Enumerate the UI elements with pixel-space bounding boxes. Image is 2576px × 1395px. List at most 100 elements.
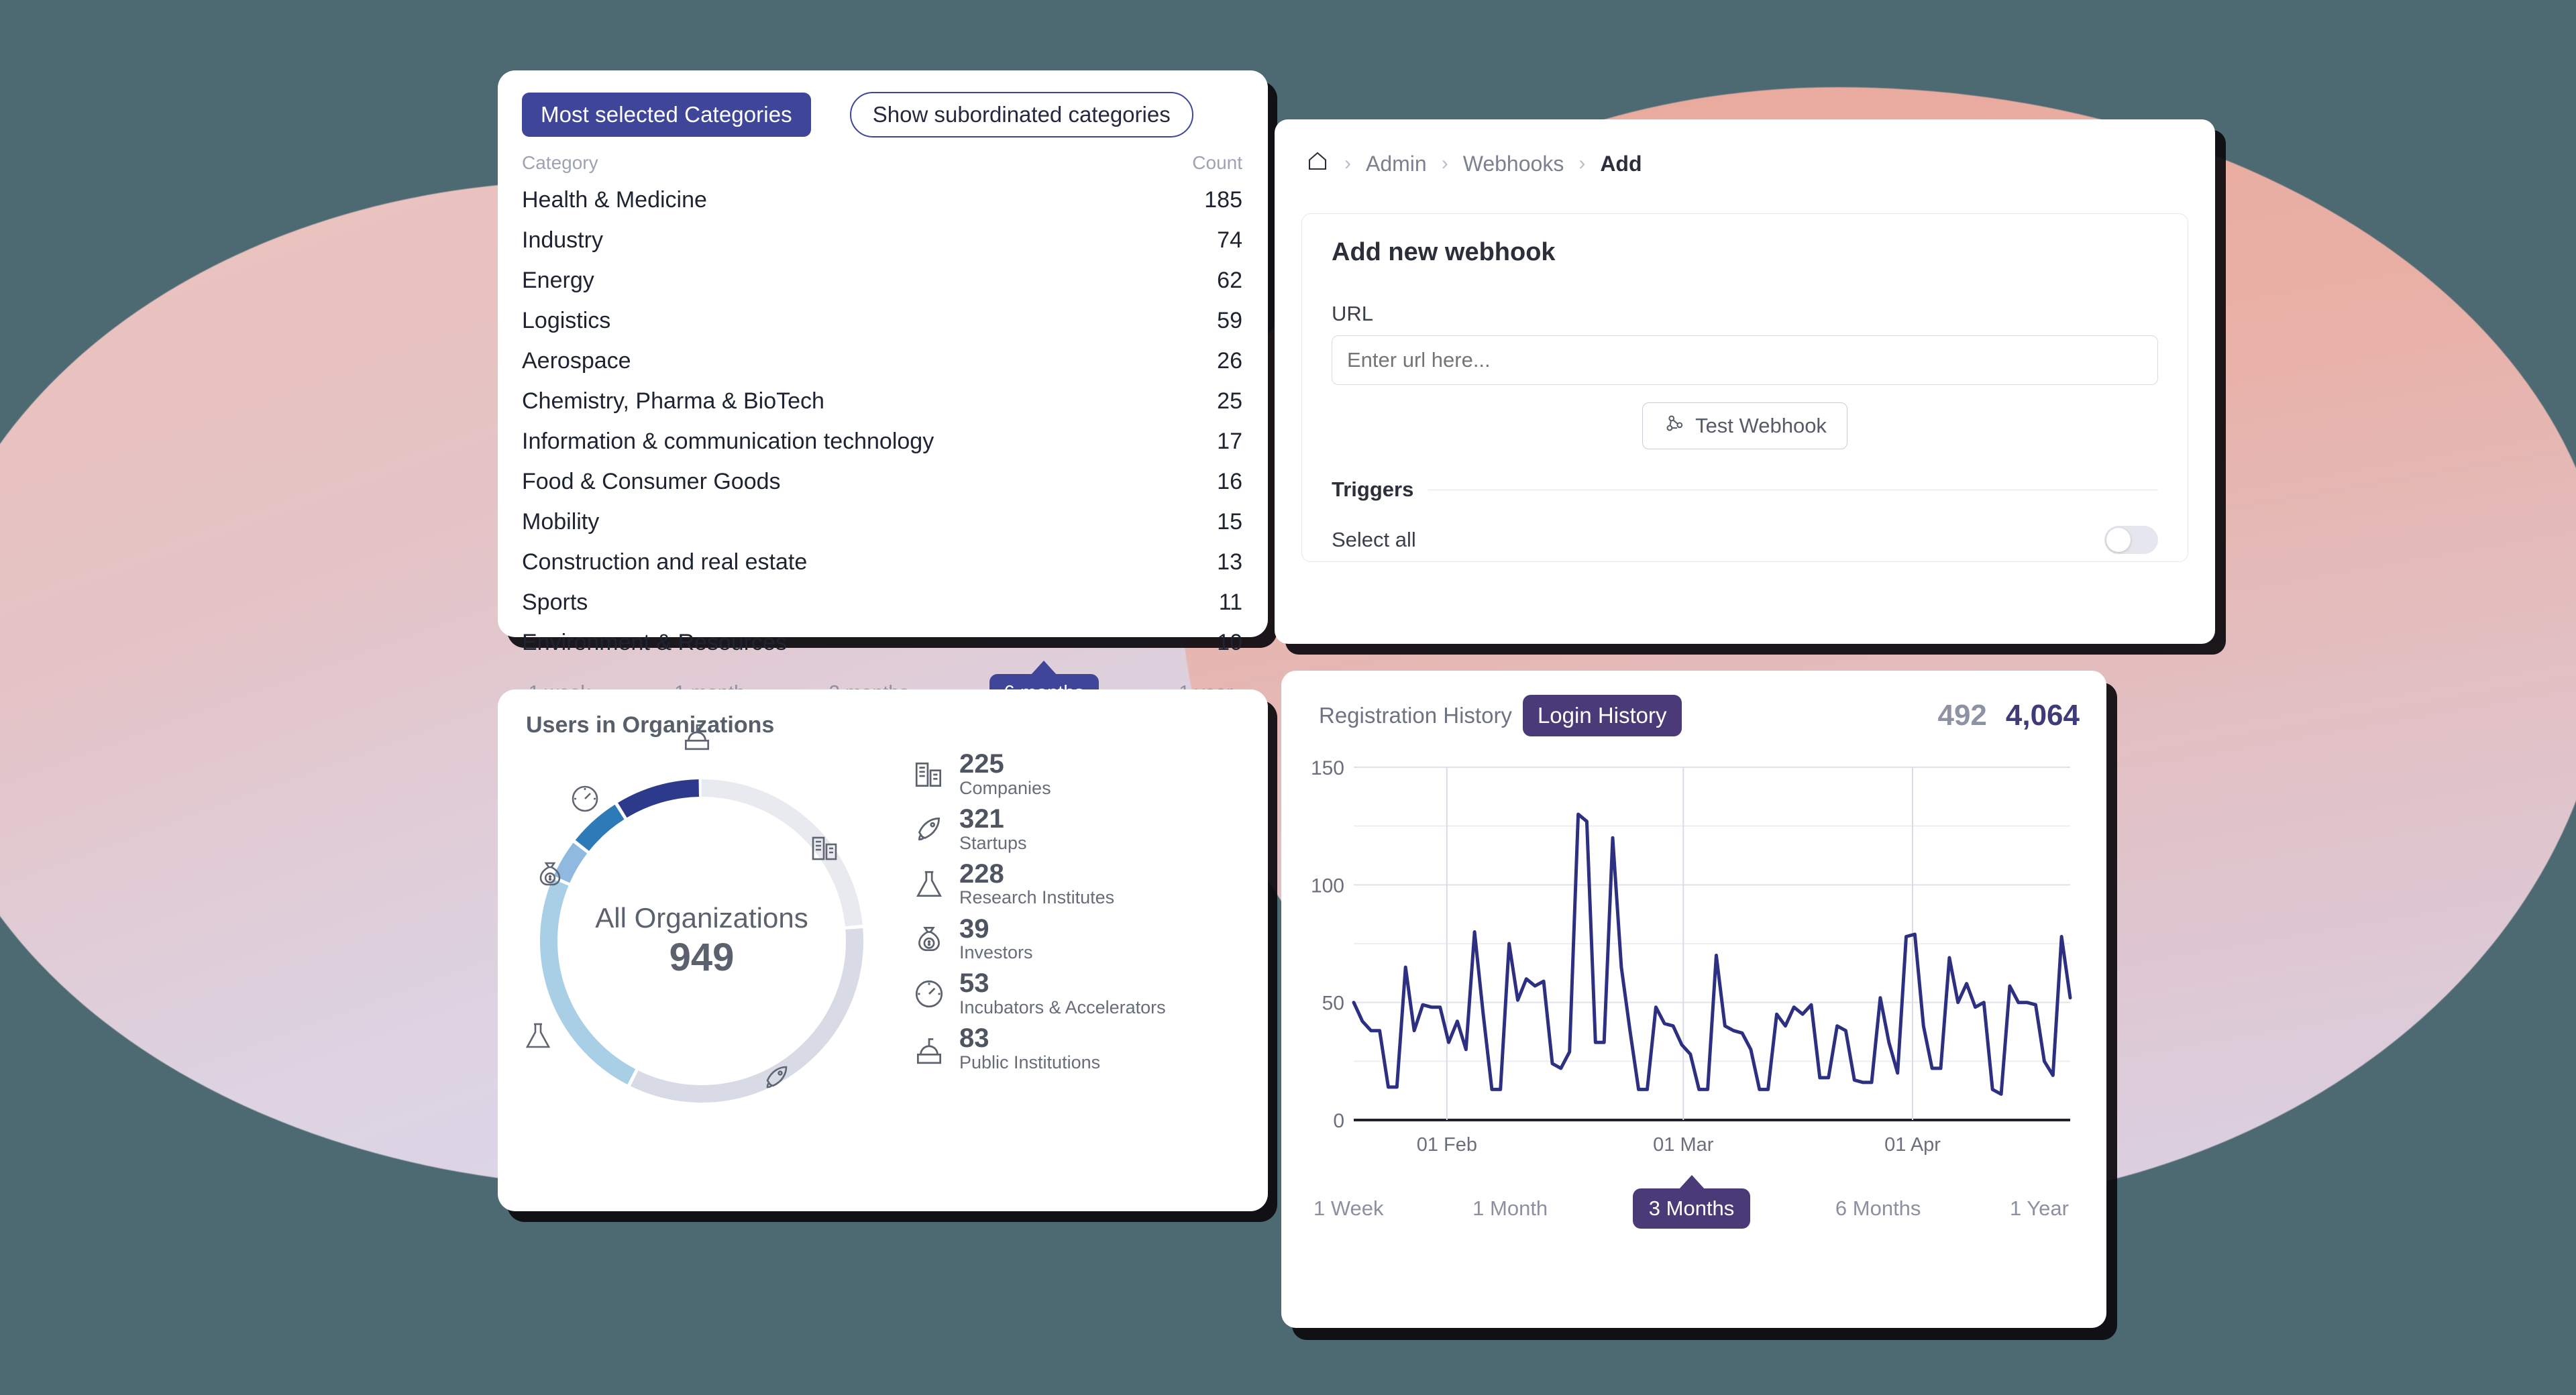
toggle-knob bbox=[2106, 528, 2131, 552]
cell-count: 11 bbox=[1218, 590, 1242, 615]
cell-count: 15 bbox=[1217, 509, 1242, 535]
table-row[interactable]: Health & Medicine 185 bbox=[522, 180, 1242, 221]
cell-category: Mobility bbox=[522, 509, 600, 535]
list-item[interactable]: 83 Public Institutions bbox=[910, 1025, 1166, 1073]
chevron-right-icon: › bbox=[1441, 152, 1448, 174]
login-range-selector: 1 Week 1 Month 3 Months 6 Months 1 Year bbox=[1281, 1184, 2106, 1229]
stat-value: 83 bbox=[959, 1023, 989, 1054]
cell-category: Information & communication technology bbox=[522, 429, 934, 454]
login-history-card: Registration History Login History 492 4… bbox=[1281, 671, 2106, 1328]
orgs-card-title: Users in Organizations bbox=[526, 712, 775, 738]
list-item[interactable]: 321 Startups bbox=[910, 805, 1166, 854]
table-row[interactable]: Chemistry, Pharma & BioTech 25 bbox=[522, 382, 1242, 422]
tab-registration-history[interactable]: Registration History bbox=[1308, 696, 1523, 735]
building-icon bbox=[910, 755, 949, 794]
podium-icon bbox=[910, 1029, 949, 1068]
breadcrumb: › Admin › Webhooks › Add bbox=[1275, 119, 2215, 178]
range-1-year[interactable]: 1 Year bbox=[2006, 1194, 2073, 1223]
page-title: Add new webhook bbox=[1332, 238, 1556, 266]
column-header-category: Category bbox=[522, 152, 598, 173]
webhook-icon bbox=[1663, 412, 1686, 440]
cell-count: 17 bbox=[1217, 429, 1242, 454]
cell-category: Environment & Resources bbox=[522, 630, 787, 655]
breadcrumb-item-webhooks[interactable]: Webhooks bbox=[1463, 152, 1564, 176]
metric-logins: 4,064 bbox=[2005, 699, 2080, 732]
triggers-label: Triggers bbox=[1332, 478, 1414, 501]
triggers-section-header: Triggers bbox=[1332, 478, 2158, 502]
cell-category: Food & Consumer Goods bbox=[522, 469, 781, 494]
cell-count: 25 bbox=[1217, 388, 1242, 414]
range-1-week[interactable]: 1 Week bbox=[1309, 1194, 1388, 1223]
cell-count: 26 bbox=[1217, 348, 1242, 374]
breadcrumb-item-admin[interactable]: Admin bbox=[1366, 152, 1427, 176]
most-selected-categories-card: Most selected Categories Show subordinat… bbox=[498, 70, 1268, 712]
stat-label: Startups bbox=[959, 832, 1027, 853]
cell-count: 185 bbox=[1204, 187, 1242, 213]
line-chart-svg: 50 100 150 0 01 Feb 01 Mar 01 Apr bbox=[1311, 757, 2072, 1156]
test-webhook-button[interactable]: Test Webhook bbox=[1642, 402, 1847, 449]
list-item[interactable]: 225 Companies bbox=[910, 750, 1166, 799]
login-metrics: 492 4,064 bbox=[1937, 699, 2080, 732]
categories-table: Category Count Health & Medicine 185 Ind… bbox=[498, 144, 1268, 663]
stat-label: Research Institutes bbox=[959, 887, 1115, 908]
stat-value: 39 bbox=[959, 913, 989, 944]
table-row[interactable]: Energy 62 bbox=[522, 261, 1242, 301]
cell-category: Logistics bbox=[522, 308, 611, 333]
stat-value: 321 bbox=[959, 803, 1004, 834]
svg-text:0: 0 bbox=[1333, 1110, 1344, 1132]
url-field-label: URL bbox=[1332, 302, 1374, 325]
select-all-toggle[interactable] bbox=[2104, 526, 2158, 554]
select-all-row: Select all bbox=[1332, 526, 2158, 554]
list-item[interactable]: 53 Incubators & Accelerators bbox=[910, 970, 1166, 1018]
rocket-icon bbox=[910, 810, 949, 849]
tab-login-history[interactable]: Login History bbox=[1522, 695, 1682, 736]
stat-label: Public Institutions bbox=[959, 1052, 1101, 1073]
table-row[interactable]: Sports 11 bbox=[522, 583, 1242, 623]
cell-category: Chemistry, Pharma & BioTech bbox=[522, 388, 824, 414]
home-icon[interactable] bbox=[1305, 149, 1330, 178]
range-1-month[interactable]: 1 Month bbox=[1468, 1194, 1552, 1223]
gauge-icon bbox=[910, 974, 949, 1013]
tab-show-subordinated-categories[interactable]: Show subordinated categories bbox=[849, 92, 1193, 137]
chevron-right-icon: › bbox=[1344, 152, 1351, 174]
money-bag-icon bbox=[910, 919, 949, 958]
cell-count: 59 bbox=[1217, 308, 1242, 333]
svg-text:01 Mar: 01 Mar bbox=[1653, 1134, 1714, 1156]
login-history-header: Registration History Login History 492 4… bbox=[1281, 671, 2106, 736]
flask-icon bbox=[910, 865, 949, 904]
cell-category: Construction and real estate bbox=[522, 549, 808, 575]
table-row[interactable]: Industry 74 bbox=[522, 221, 1242, 261]
cell-count: 13 bbox=[1217, 549, 1242, 575]
cell-category: Health & Medicine bbox=[522, 187, 707, 213]
donut-center-value: 949 bbox=[669, 936, 735, 980]
cell-count: 74 bbox=[1217, 227, 1242, 253]
column-header-count: Count bbox=[1192, 152, 1242, 173]
list-item[interactable]: 39 Investors bbox=[910, 915, 1166, 964]
range-6-months[interactable]: 6 Months bbox=[1831, 1194, 1925, 1223]
categories-toolbar: Most selected Categories Show subordinat… bbox=[498, 70, 1268, 144]
table-row[interactable]: Construction and real estate 13 bbox=[522, 543, 1242, 583]
users-in-organizations-card: Users in Organizations All Organizations… bbox=[498, 689, 1268, 1211]
table-row[interactable]: Mobility 15 bbox=[522, 502, 1242, 543]
donut-center-label: All Organizations bbox=[595, 902, 808, 934]
organizations-donut-chart: All Organizations 949 bbox=[494, 724, 910, 1149]
table-row[interactable]: Information & communication technology 1… bbox=[522, 422, 1242, 462]
donut-center-text: All Organizations 949 bbox=[494, 902, 910, 980]
cell-category: Sports bbox=[522, 590, 588, 615]
organizations-stats-list: 225 Companies 321 Startups 228 Research … bbox=[910, 738, 1166, 1168]
login-history-line-chart: 50 100 150 0 01 Feb 01 Mar 01 Apr bbox=[1299, 755, 2089, 1184]
svg-text:50: 50 bbox=[1322, 993, 1344, 1015]
url-input[interactable] bbox=[1332, 335, 2158, 385]
cell-category: Aerospace bbox=[522, 348, 631, 374]
table-row[interactable]: Environment & Resources 10 bbox=[522, 623, 1242, 663]
select-all-label: Select all bbox=[1332, 528, 1416, 551]
list-item[interactable]: 228 Research Institutes bbox=[910, 860, 1166, 909]
table-row[interactable]: Aerospace 26 bbox=[522, 341, 1242, 382]
svg-text:01 Feb: 01 Feb bbox=[1417, 1134, 1477, 1156]
table-row[interactable]: Logistics 59 bbox=[522, 301, 1242, 341]
stat-label: Incubators & Accelerators bbox=[959, 997, 1166, 1018]
range-3-months[interactable]: 3 Months bbox=[1632, 1188, 1751, 1229]
tab-most-selected-categories[interactable]: Most selected Categories bbox=[522, 93, 811, 137]
table-row[interactable]: Food & Consumer Goods 16 bbox=[522, 462, 1242, 502]
breadcrumb-item-add: Add bbox=[1600, 151, 1642, 176]
